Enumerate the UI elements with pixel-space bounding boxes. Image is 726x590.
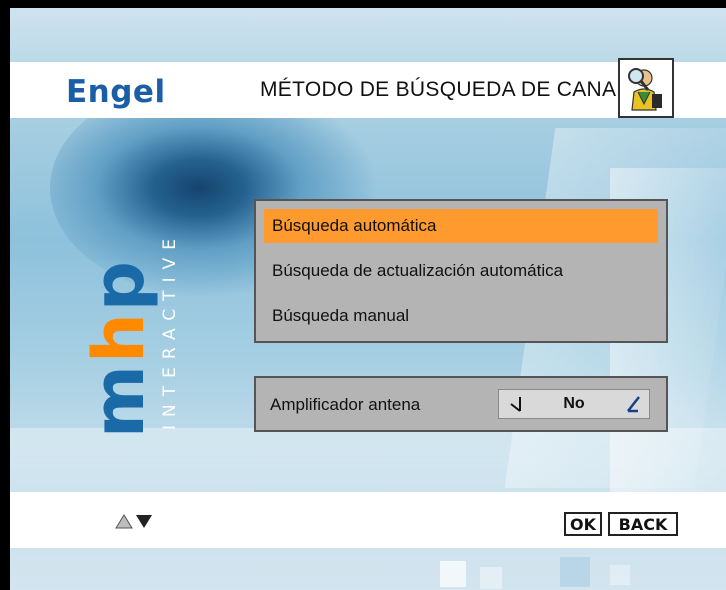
decorative-squares	[440, 557, 630, 589]
back-button[interactable]: BACK	[608, 512, 678, 536]
mhp-logo-text: mhp	[78, 259, 160, 438]
arrow-right-icon[interactable]	[625, 395, 641, 413]
menu-item-automatic-search[interactable]: Búsqueda automática	[264, 209, 658, 243]
brand-logo: Engel	[66, 74, 166, 110]
interactive-text: INTERACTIVE	[160, 231, 180, 430]
menu-item-label: Búsqueda manual	[272, 306, 410, 325]
menu-item-automatic-update-search[interactable]: Búsqueda de actualización automática	[264, 254, 658, 288]
background-band	[10, 428, 726, 498]
search-method-menu: Búsqueda automática Búsqueda de actualiz…	[254, 199, 668, 343]
menu-item-label: Búsqueda automática	[272, 216, 437, 235]
tv-screen: Engel MÉTODO DE BÚSQUEDA DE CANALES mhp …	[10, 8, 726, 590]
footer-bar: OK BACK	[10, 492, 726, 548]
amplifier-label: Amplificador antena	[270, 395, 421, 414]
user-with-magnifier-icon	[618, 58, 674, 118]
amplifier-value-selector[interactable]: No	[498, 389, 650, 419]
antenna-amplifier-setting: Amplificador antena No	[254, 376, 668, 432]
page-title: MÉTODO DE BÚSQUEDA DE CANALES	[260, 78, 657, 101]
menu-item-label: Búsqueda de actualización automática	[272, 261, 564, 280]
mhp-interactive-logo: mhp INTERACTIVE	[78, 208, 208, 438]
menu-item-manual-search[interactable]: Búsqueda manual	[264, 299, 658, 333]
ok-button[interactable]: OK	[564, 512, 602, 536]
up-down-arrows-icon	[115, 514, 152, 529]
